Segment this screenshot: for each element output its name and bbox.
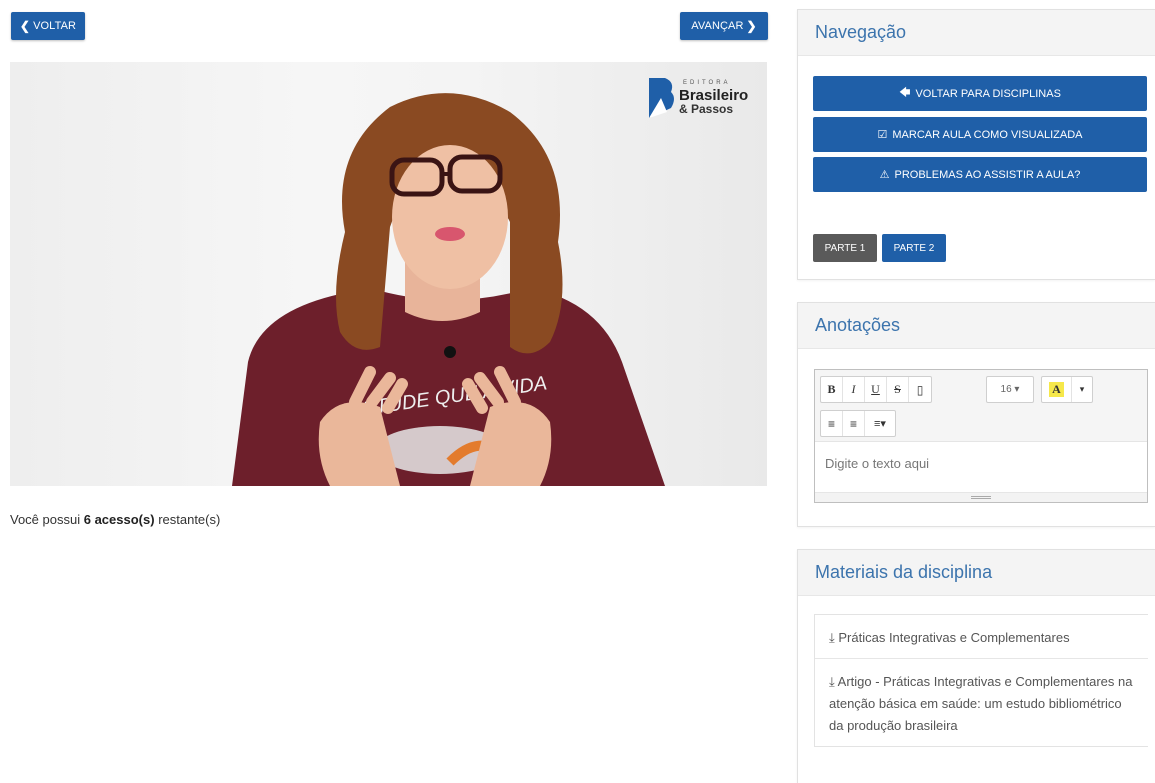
align-dropdown-icon[interactable]: ≡▾	[865, 411, 895, 436]
bold-icon[interactable]: B	[821, 377, 843, 402]
logo-small-text: EDITORA	[683, 80, 731, 86]
report-problem-label: PROBLEMAS AO ASSISTIR A AULA?	[894, 168, 1081, 181]
part-2-button[interactable]: PARTE 2	[882, 234, 946, 262]
text-color-icon[interactable]: A	[1042, 377, 1072, 402]
next-button[interactable]: AVANÇAR ❯	[680, 12, 768, 40]
material-item-label: Práticas Integrativas e Complementares	[838, 630, 1070, 645]
materials-title: Materiais da disciplina	[798, 550, 1155, 596]
logo-mark-icon	[649, 78, 674, 118]
back-to-disciplines-button[interactable]: 🡄 VOLTAR PARA DISCIPLINAS	[813, 76, 1147, 111]
back-button[interactable]: ❮ VOLTAR	[11, 12, 85, 40]
unordered-list-icon[interactable]: ≡	[821, 411, 843, 436]
arrow-left-icon: 🡄	[899, 87, 911, 99]
video-player[interactable]: ESTUDE QUE A VIDA EDITORA Brasileiro & P…	[10, 62, 767, 486]
logo-subtitle: & Passos	[679, 102, 734, 116]
list-group: ≡ ≡ ≡▾	[820, 410, 896, 437]
access-suffix: restante(s)	[158, 512, 221, 527]
color-group: A ▾	[1041, 376, 1093, 403]
back-to-disciplines-label: VOLTAR PARA DISCIPLINAS	[915, 87, 1061, 100]
materials-panel: Materiais da disciplina ⤓ Práticas Integ…	[797, 549, 1155, 783]
navigation-title: Navegação	[798, 10, 1155, 56]
strikethrough-icon[interactable]: S	[887, 377, 909, 402]
part-1-button[interactable]: PARTE 1	[813, 234, 877, 262]
italic-icon[interactable]: I	[843, 377, 865, 402]
logo-title: Brasileiro	[679, 87, 749, 104]
report-problem-button[interactable]: ⚠ PROBLEMAS AO ASSISTIR A AULA?	[813, 157, 1147, 192]
format-group: B I U S ▯	[820, 376, 932, 403]
navigation-panel: Navegação 🡄 VOLTAR PARA DISCIPLINAS ☑ MA…	[797, 9, 1155, 280]
publisher-logo: EDITORA Brasileiro & Passos	[645, 76, 755, 126]
font-size-value: 16	[1000, 384, 1012, 395]
access-remaining: Você possui 6 acesso(s) restante(s)	[10, 512, 220, 527]
download-icon: ⤓	[829, 630, 835, 645]
material-item[interactable]: ⤓ Artigo - Práticas Integrativas e Compl…	[815, 659, 1148, 746]
color-dropdown-icon[interactable]: ▾	[1072, 377, 1092, 402]
font-size-group: 16 ▾	[986, 376, 1034, 403]
materials-list: ⤓ Práticas Integrativas e Complementares…	[814, 614, 1148, 747]
next-button-label: AVANÇAR	[691, 20, 744, 32]
notes-textarea[interactable]: Digite o texto aqui	[815, 442, 1147, 492]
mark-viewed-label: MARCAR AULA COMO VISUALIZADA	[892, 128, 1083, 141]
ordered-list-icon[interactable]: ≡	[843, 411, 865, 436]
editor-toolbar: B I U S ▯ 16 ▾ A ▾ ≡ ≡ ≡▾	[815, 370, 1147, 442]
notes-title: Anotações	[798, 303, 1155, 349]
chevron-right-icon: ❯	[746, 19, 757, 33]
underline-icon[interactable]: U	[865, 377, 887, 402]
chevron-left-icon: ❮	[19, 19, 31, 33]
material-item[interactable]: ⤓ Práticas Integrativas e Complementares	[815, 615, 1148, 659]
notes-editor: B I U S ▯ 16 ▾ A ▾ ≡ ≡ ≡▾ Digite o texto…	[814, 369, 1148, 503]
access-prefix: Você possui	[10, 512, 81, 527]
mark-viewed-button[interactable]: ☑ MARCAR AULA COMO VISUALIZADA	[813, 117, 1147, 152]
editor-resize-handle[interactable]	[815, 492, 1147, 502]
warning-icon: ⚠	[879, 169, 890, 181]
back-button-label: VOLTAR	[33, 20, 77, 32]
eraser-icon[interactable]: ▯	[909, 377, 931, 402]
notes-panel: Anotações B I U S ▯ 16 ▾ A ▾ ≡ ≡ ≡▾ Digi…	[797, 302, 1155, 527]
material-item-label: Artigo - Práticas Integrativas e Complem…	[829, 674, 1133, 733]
download-icon: ⤓	[829, 674, 835, 689]
font-size-dropdown[interactable]: 16 ▾	[987, 377, 1033, 402]
access-count: 6 acesso(s)	[83, 512, 155, 527]
check-square-icon: ☑	[877, 129, 888, 141]
